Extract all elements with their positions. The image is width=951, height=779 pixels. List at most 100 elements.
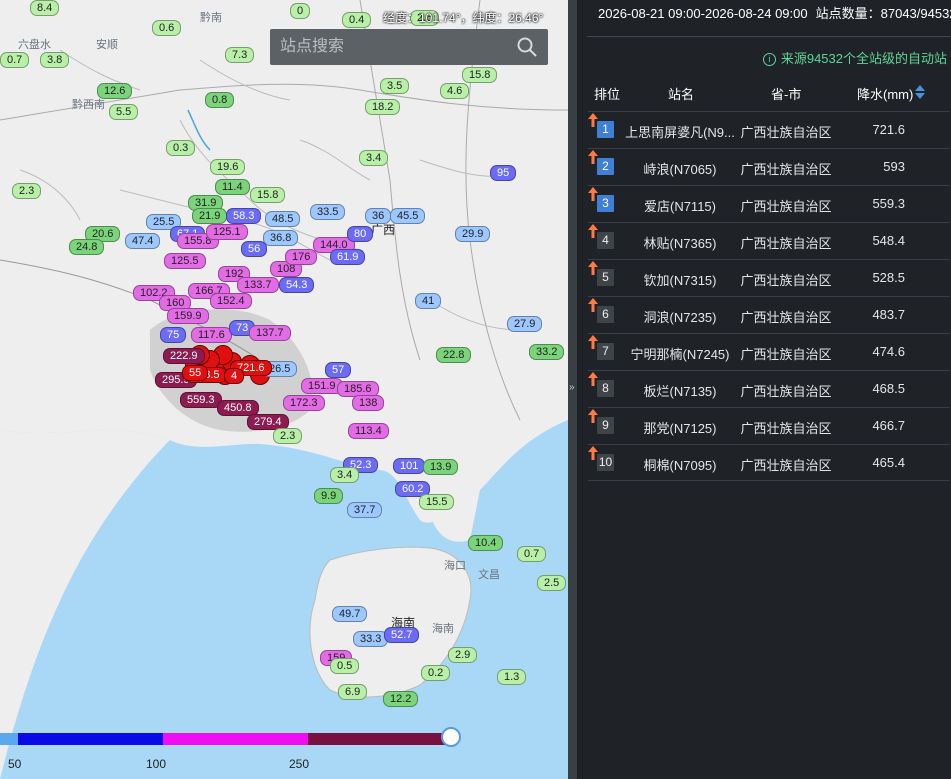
station-name[interactable]: 板烂(N7135) — [624, 381, 736, 400]
station-rain-marker[interactable]: 176 — [285, 249, 318, 265]
station-rain-marker[interactable]: 4.6 — [440, 83, 470, 99]
station-rain-marker[interactable]: 3.5 — [380, 78, 410, 94]
table-row[interactable]: 5 钦加(N7315) 广西壮族自治区 528.5 — [588, 259, 949, 296]
station-rain-marker[interactable]: 0.7 — [0, 52, 30, 68]
station-rain-marker[interactable]: 137.7 — [249, 325, 291, 341]
station-rain-marker[interactable]: 29.9 — [455, 226, 491, 242]
collapse-arrow-icon[interactable]: » — [569, 382, 575, 393]
station-name[interactable]: 洞浪(N7235) — [624, 307, 736, 326]
table-row[interactable]: 1 上思南屏婆凡(N9... 广西壮族自治区 721.6 — [588, 111, 949, 148]
station-rain-marker[interactable]: 2.3 — [273, 428, 303, 444]
station-rain-marker[interactable]: 0.4 — [342, 12, 372, 28]
station-rain-marker[interactable]: 58.3 — [226, 208, 262, 224]
station-rain-marker[interactable]: 133.7 — [237, 277, 279, 293]
station-rain-marker[interactable]: 12.2 — [383, 691, 419, 707]
station-rain-marker[interactable]: 125.1 — [206, 224, 248, 240]
station-rain-marker[interactable]: 22.8 — [436, 347, 472, 363]
station-rain-marker[interactable]: 3.4 — [359, 150, 389, 166]
station-rain-marker[interactable]: 11.4 — [215, 179, 250, 195]
station-rain-marker-extreme[interactable]: 4 — [224, 368, 245, 384]
station-rain-marker[interactable]: 113.4 — [348, 423, 389, 439]
station-rain-marker[interactable]: 172.3 — [283, 395, 325, 411]
table-row[interactable]: 3 爱店(N7115) 广西壮族自治区 559.3 — [588, 185, 949, 222]
station-rain-marker[interactable]: 49.7 — [332, 606, 368, 622]
station-rain-marker-extreme[interactable]: 55 — [182, 365, 209, 381]
station-rain-marker[interactable]: 15.8 — [250, 187, 286, 203]
station-rain-marker[interactable]: 1.3 — [497, 669, 527, 685]
station-rain-marker[interactable]: 117.6 — [191, 327, 232, 343]
search-icon[interactable] — [516, 36, 538, 58]
station-name[interactable]: 上思南屏婆凡(N9... — [624, 122, 736, 141]
station-rain-marker[interactable]: 36.8 — [263, 230, 299, 246]
station-rain-marker[interactable]: 45.5 — [390, 208, 426, 224]
table-row[interactable]: 4 林贴(N7365) 广西壮族自治区 548.4 — [588, 222, 949, 259]
station-rain-marker[interactable]: 0.6 — [152, 20, 182, 36]
table-row[interactable]: 9 那党(N7125) 广西壮族自治区 466.7 — [588, 407, 949, 444]
station-name[interactable]: 峙浪(N7065) — [624, 159, 736, 178]
station-rain-marker[interactable]: 559.3 — [180, 392, 222, 408]
station-rain-marker[interactable]: 27.9 — [507, 316, 543, 332]
table-row[interactable]: 7 宁明那楠(N7245) 广西壮族自治区 474.6 — [588, 333, 949, 370]
station-rain-marker[interactable]: 3.8 — [40, 52, 70, 68]
station-rain-marker[interactable]: 80 — [347, 226, 374, 242]
sort-icon[interactable] — [915, 83, 925, 101]
station-rain-marker[interactable]: 7.3 — [225, 47, 255, 63]
table-row[interactable]: 6 洞浪(N7235) 广西壮族自治区 483.7 — [588, 296, 949, 333]
station-rain-marker[interactable]: 222.9 — [163, 348, 205, 364]
station-rain-marker[interactable]: 0.8 — [205, 92, 235, 108]
station-rain-marker[interactable]: 47.4 — [125, 233, 161, 249]
station-rain-marker[interactable]: 0.3 — [166, 140, 196, 156]
table-row[interactable]: 10 桐棉(N7095) 广西壮族自治区 465.4 — [588, 444, 949, 481]
station-rain-marker[interactable]: 3.4 — [330, 467, 360, 483]
station-search[interactable] — [270, 29, 548, 65]
station-rain-marker[interactable]: 33.5 — [310, 204, 346, 220]
rainfall-map[interactable]: 六盘水 安顺 黔南 黔西南 广西 海南 海口 文昌 海南 8.4 0.6 0 0.4 2… — [0, 0, 568, 779]
station-rain-marker[interactable]: 41 — [415, 293, 442, 309]
station-rain-marker[interactable]: 57 — [325, 362, 352, 378]
station-rain-marker[interactable]: 61.9 — [330, 249, 366, 265]
station-rain-marker[interactable]: 2.3 — [12, 183, 42, 199]
station-rain-marker[interactable]: 18.2 — [365, 99, 401, 115]
col-rainfall[interactable]: 降水(mm) — [857, 84, 913, 103]
station-rain-marker[interactable]: 125.5 — [164, 253, 206, 269]
table-row[interactable]: 2 峙浪(N7065) 广西壮族自治区 593 — [588, 148, 949, 185]
station-rain-marker[interactable]: 0.5 — [330, 658, 360, 674]
station-name[interactable]: 钦加(N7315) — [624, 270, 736, 289]
station-rain-marker[interactable]: 36 — [365, 208, 392, 224]
station-rain-marker[interactable]: 24.8 — [69, 239, 105, 255]
station-rain-marker[interactable]: 2.5 — [537, 575, 567, 591]
station-rain-marker[interactable]: 56 — [241, 241, 268, 257]
legend-slider-handle[interactable] — [441, 727, 461, 747]
station-rain-marker[interactable]: 48.5 — [265, 211, 301, 227]
station-rain-marker[interactable]: 15.5 — [419, 494, 455, 510]
station-name[interactable]: 爱店(N7115) — [624, 196, 736, 215]
panel-splitter[interactable]: » — [568, 0, 577, 779]
station-rain-marker[interactable]: 6.9 — [338, 684, 368, 700]
station-rain-marker[interactable]: 19.6 — [210, 159, 246, 175]
station-name[interactable]: 林贴(N7365) — [624, 233, 736, 252]
search-input[interactable] — [270, 37, 516, 57]
station-rain-marker[interactable]: 37.7 — [347, 502, 383, 518]
station-rain-marker[interactable]: 0.2 — [421, 665, 451, 681]
station-rain-marker[interactable]: 101 — [393, 458, 426, 474]
table-row[interactable]: 8 板烂(N7135) 广西壮族自治区 468.5 — [588, 370, 949, 407]
station-rain-marker[interactable]: 159.9 — [167, 308, 209, 324]
station-name[interactable]: 宁明那楠(N7245) — [624, 344, 736, 363]
station-rain-marker[interactable]: 15.8 — [462, 67, 498, 83]
station-rain-marker[interactable]: 95 — [490, 165, 517, 181]
station-rain-marker[interactable]: 0 — [290, 3, 311, 19]
station-rain-marker[interactable]: 2.9 — [448, 647, 478, 663]
station-rain-marker[interactable]: 54.3 — [279, 277, 315, 293]
station-name[interactable]: 桐棉(N7095) — [624, 455, 736, 474]
station-rain-marker[interactable]: 9.9 — [314, 488, 344, 504]
station-rain-marker[interactable]: 0.7 — [517, 546, 547, 562]
station-rain-marker[interactable]: 8.4 — [30, 0, 60, 16]
station-rain-marker[interactable]: 138 — [352, 395, 385, 411]
station-rain-marker[interactable]: 13.9 — [423, 459, 459, 475]
station-rain-marker[interactable]: 5.5 — [109, 104, 139, 120]
station-rain-marker[interactable]: 52.7 — [384, 627, 420, 643]
station-rain-marker[interactable]: 21.9 — [192, 208, 228, 224]
station-rain-marker[interactable]: 10.4 — [468, 535, 504, 551]
station-rain-marker[interactable]: 75 — [160, 327, 187, 343]
station-rain-marker[interactable]: 33.2 — [529, 344, 565, 360]
